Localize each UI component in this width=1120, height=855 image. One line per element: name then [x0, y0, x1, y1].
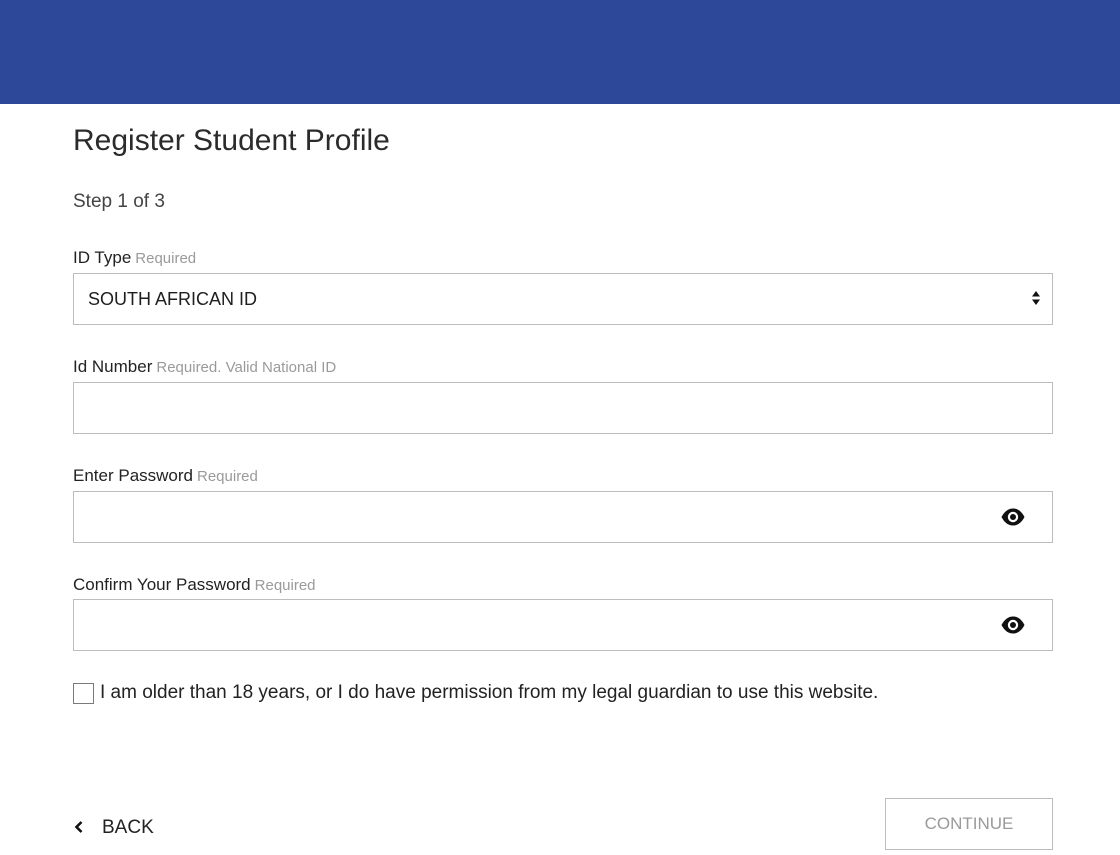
- step-indicator: Step 1 of 3: [73, 191, 165, 212]
- id-number-input[interactable]: [74, 383, 1052, 433]
- id-type-label: ID Type Required: [73, 248, 196, 268]
- password-label: Enter Password Required: [73, 466, 258, 486]
- id-type-label-text: ID Type: [73, 248, 132, 267]
- header-bar: [0, 0, 1120, 104]
- id-number-field: [73, 382, 1053, 434]
- confirm-password-hint: Required: [254, 577, 316, 594]
- id-number-hint: Required. Valid National ID: [156, 359, 337, 376]
- id-type-selected-value: SOUTH AFRICAN ID: [88, 289, 258, 309]
- consent-label[interactable]: I am older than 18 years, or I do have p…: [100, 682, 878, 704]
- confirm-password-label-text: Confirm Your Password: [73, 575, 251, 594]
- eye-icon[interactable]: [1000, 614, 1026, 636]
- back-label: BACK: [102, 817, 154, 838]
- password-label-text: Enter Password: [73, 466, 193, 485]
- page-title: Register Student Profile: [73, 124, 390, 157]
- sort-arrows-icon: [1032, 291, 1040, 305]
- id-type-select[interactable]: SOUTH AFRICAN ID: [73, 273, 1053, 325]
- password-hint: Required: [197, 468, 258, 485]
- id-number-label: Id Number Required. Valid National ID: [73, 357, 336, 377]
- confirm-password-input[interactable]: [74, 600, 1052, 650]
- chevron-left-icon: [74, 821, 83, 833]
- id-number-label-text: Id Number: [73, 357, 153, 376]
- password-field: [73, 491, 1053, 543]
- consent-checkbox[interactable]: [73, 683, 94, 704]
- confirm-password-field: [73, 599, 1053, 651]
- eye-icon[interactable]: [1000, 506, 1026, 528]
- id-type-hint: Required: [135, 250, 197, 267]
- consent-row: I am older than 18 years, or I do have p…: [73, 682, 1053, 706]
- back-button[interactable]: BACK: [73, 816, 173, 840]
- confirm-password-label: Confirm Your Password Required: [73, 575, 316, 595]
- continue-button[interactable]: CONTINUE: [885, 798, 1053, 850]
- password-input[interactable]: [74, 492, 1052, 542]
